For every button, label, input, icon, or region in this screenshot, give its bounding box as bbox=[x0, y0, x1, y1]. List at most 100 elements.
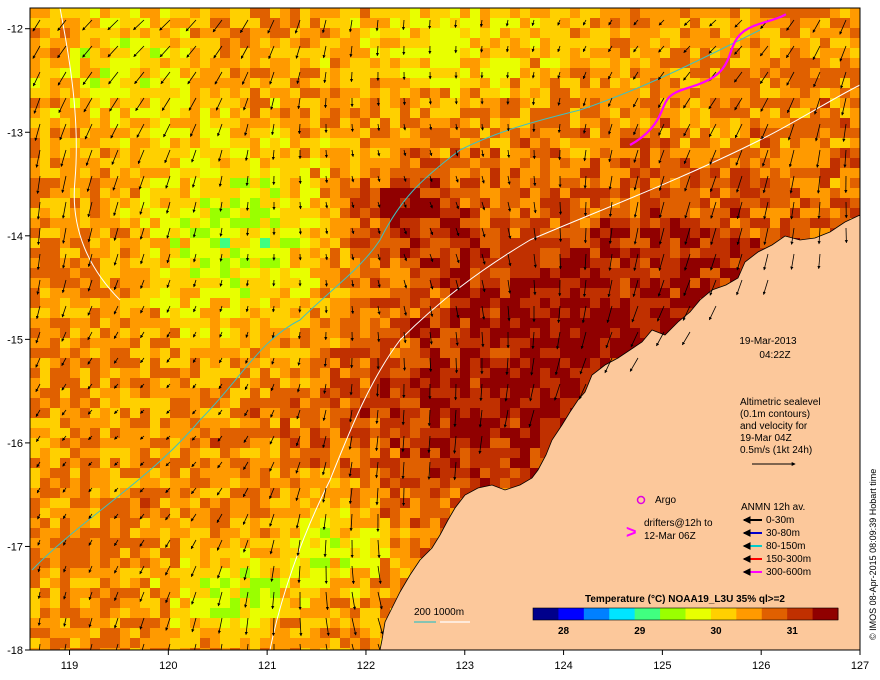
sst-pixel bbox=[380, 428, 390, 438]
sst-pixel bbox=[240, 18, 250, 28]
sst-pixel bbox=[510, 428, 520, 438]
sst-pixel bbox=[460, 478, 470, 488]
sst-pixel bbox=[170, 168, 180, 178]
sst-pixel bbox=[750, 188, 760, 198]
sst-pixel bbox=[570, 38, 580, 48]
sst-pixel bbox=[480, 278, 490, 288]
sst-pixel bbox=[670, 308, 680, 318]
sst-pixel bbox=[250, 598, 260, 608]
sst-pixel bbox=[100, 538, 110, 548]
sst-pixel bbox=[560, 178, 570, 188]
sst-pixel bbox=[170, 458, 180, 468]
sst-pixel bbox=[410, 408, 420, 418]
sst-pixel bbox=[530, 338, 540, 348]
sst-pixel bbox=[420, 358, 430, 368]
sst-pixel bbox=[550, 188, 560, 198]
sst-pixel bbox=[250, 248, 260, 258]
sst-pixel bbox=[320, 578, 330, 588]
sst-pixel bbox=[400, 208, 410, 218]
sst-pixel bbox=[170, 138, 180, 148]
sst-pixel bbox=[290, 88, 300, 98]
sst-pixel bbox=[580, 28, 590, 38]
sst-pixel bbox=[480, 428, 490, 438]
sst-pixel bbox=[560, 188, 570, 198]
sst-pixel bbox=[230, 218, 240, 228]
sst-pixel bbox=[440, 418, 450, 428]
sst-pixel bbox=[270, 38, 280, 48]
sst-pixel bbox=[520, 268, 530, 278]
sst-pixel bbox=[340, 68, 350, 78]
sst-pixel bbox=[240, 268, 250, 278]
sst-pixel bbox=[120, 508, 130, 518]
sst-pixel bbox=[230, 378, 240, 388]
sst-pixel bbox=[100, 488, 110, 498]
sst-pixel bbox=[170, 18, 180, 28]
sst-pixel bbox=[220, 598, 230, 608]
sst-pixel bbox=[740, 48, 750, 58]
sst-pixel bbox=[410, 528, 420, 538]
sst-pixel bbox=[410, 98, 420, 108]
sst-pixel bbox=[280, 8, 290, 18]
sst-pixel bbox=[180, 238, 190, 248]
sst-pixel bbox=[280, 48, 290, 58]
sst-pixel bbox=[790, 228, 800, 238]
sst-pixel bbox=[170, 8, 180, 18]
sst-pixel bbox=[460, 448, 470, 458]
sst-pixel bbox=[390, 118, 400, 128]
sst-pixel bbox=[80, 348, 90, 358]
sst-pixel bbox=[430, 398, 440, 408]
sst-pixel bbox=[560, 238, 570, 248]
sst-pixel bbox=[150, 328, 160, 338]
sst-pixel bbox=[500, 38, 510, 48]
sst-pixel bbox=[390, 468, 400, 478]
sst-pixel bbox=[70, 598, 80, 608]
sst-pixel bbox=[300, 368, 310, 378]
sst-pixel bbox=[330, 118, 340, 128]
sst-pixel bbox=[470, 78, 480, 88]
sst-pixel bbox=[300, 458, 310, 468]
sst-pixel bbox=[370, 288, 380, 298]
sst-pixel bbox=[220, 8, 230, 18]
sst-pixel bbox=[130, 598, 140, 608]
sst-pixel bbox=[130, 468, 140, 478]
sst-pixel bbox=[220, 268, 230, 278]
sst-pixel bbox=[740, 78, 750, 88]
sst-pixel bbox=[540, 238, 550, 248]
sst-pixel bbox=[580, 38, 590, 48]
sst-pixel bbox=[500, 378, 510, 388]
sst-pixel bbox=[70, 508, 80, 518]
sst-pixel bbox=[510, 168, 520, 178]
sst-pixel bbox=[130, 68, 140, 78]
sst-pixel bbox=[240, 578, 250, 588]
sst-pixel bbox=[810, 88, 820, 98]
sst-pixel bbox=[300, 88, 310, 98]
sst-pixel bbox=[200, 88, 210, 98]
sst-pixel bbox=[750, 208, 760, 218]
sst-pixel bbox=[510, 218, 520, 228]
sst-pixel bbox=[150, 538, 160, 548]
sst-pixel bbox=[540, 368, 550, 378]
sst-pixel bbox=[400, 108, 410, 118]
sst-pixel bbox=[330, 368, 340, 378]
sst-pixel bbox=[640, 298, 650, 308]
sst-pixel bbox=[470, 338, 480, 348]
sst-pixel bbox=[450, 268, 460, 278]
sst-pixel bbox=[290, 48, 300, 58]
sst-pixel bbox=[650, 218, 660, 228]
sst-pixel bbox=[130, 58, 140, 68]
sst-pixel bbox=[210, 18, 220, 28]
sst-pixel bbox=[60, 248, 70, 258]
sst-pixel bbox=[730, 138, 740, 148]
sst-pixel bbox=[120, 268, 130, 278]
sst-pixel bbox=[630, 128, 640, 138]
sst-pixel bbox=[830, 208, 840, 218]
sst-pixel bbox=[460, 348, 470, 358]
sst-pixel bbox=[590, 348, 600, 358]
sst-pixel bbox=[340, 558, 350, 568]
sst-pixel bbox=[410, 48, 420, 58]
sst-pixel bbox=[60, 378, 70, 388]
sst-pixel bbox=[60, 108, 70, 118]
sst-pixel bbox=[320, 538, 330, 548]
sst-pixel bbox=[190, 558, 200, 568]
sst-pixel bbox=[330, 478, 340, 488]
